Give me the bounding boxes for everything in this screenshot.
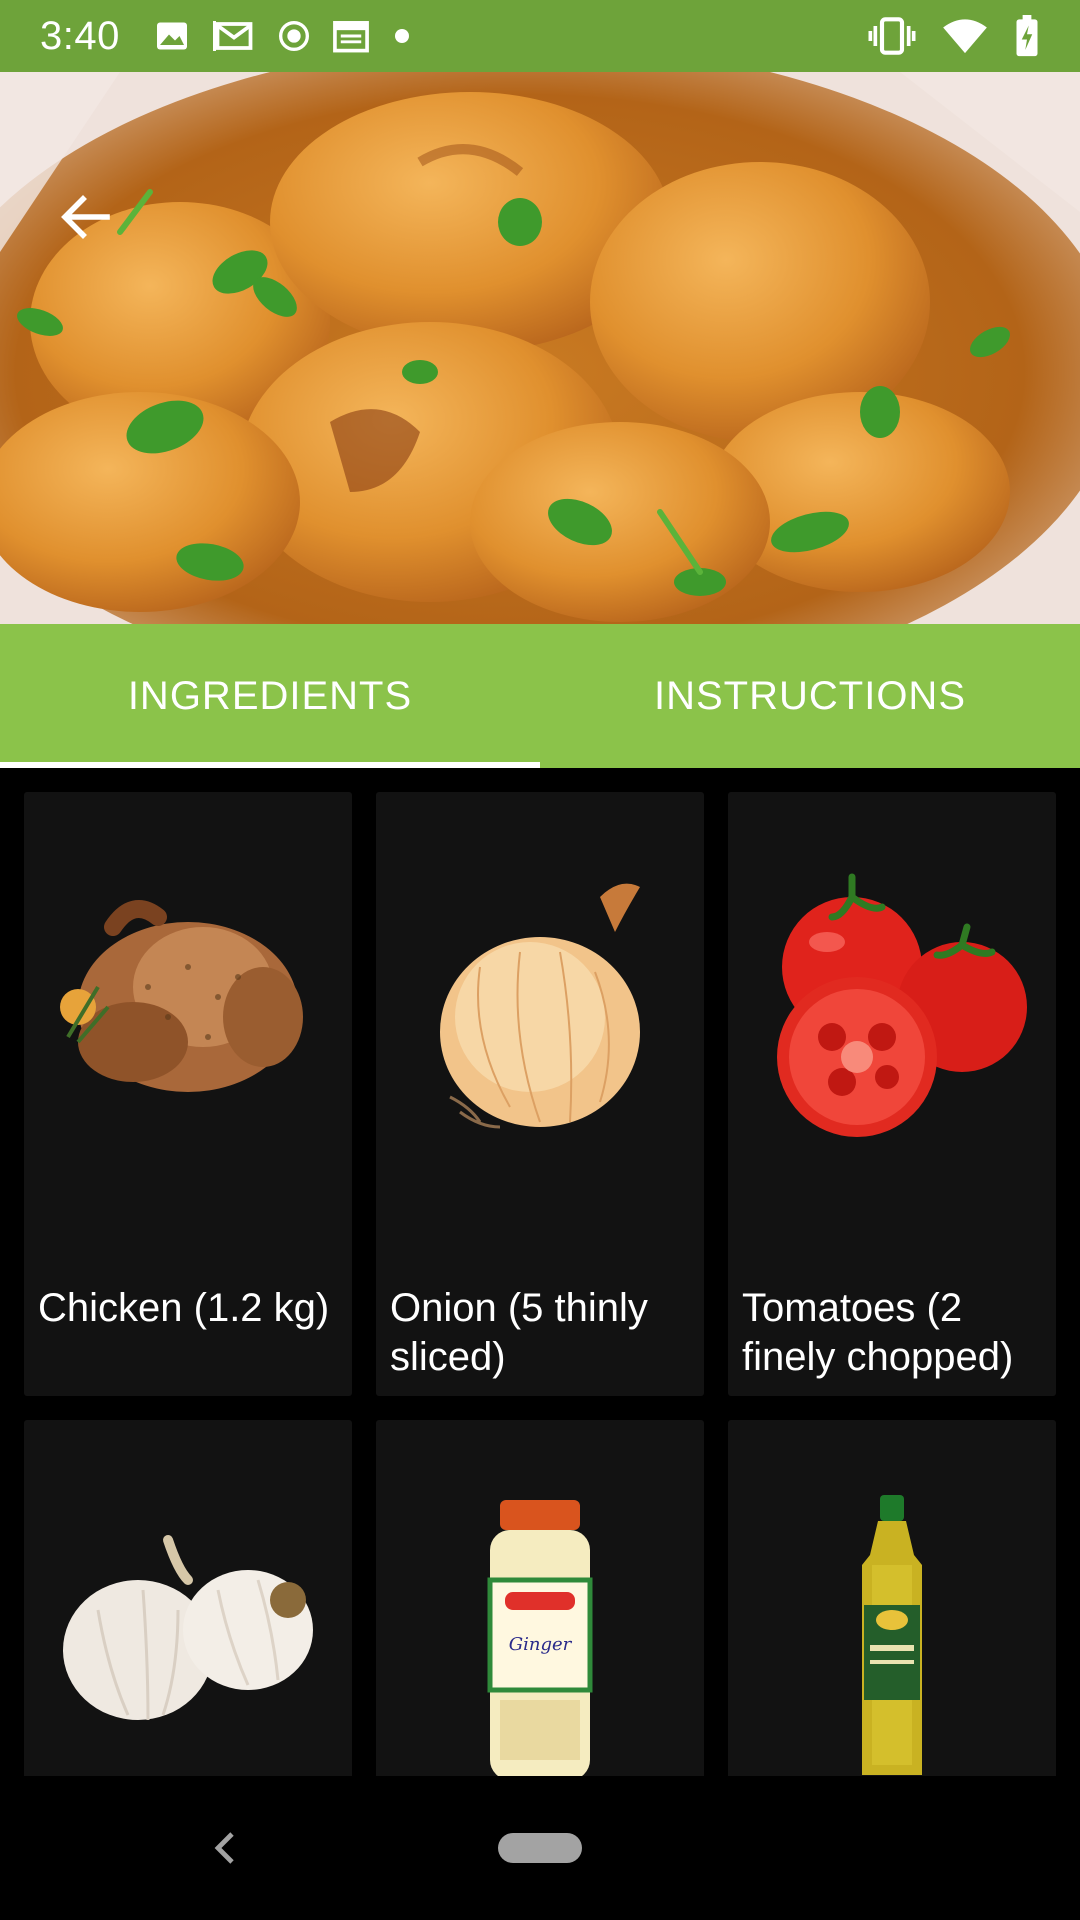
wifi-icon (942, 17, 988, 55)
status-icons-right (868, 15, 1040, 57)
chicken-curry-illustration (0, 72, 1080, 624)
vibrate-icon (868, 16, 916, 56)
tomatoes-image (728, 792, 1056, 1222)
system-nav-bar (0, 1776, 1080, 1920)
tab-instructions-label: INSTRUCTIONS (654, 673, 966, 718)
tab-instructions[interactable]: INSTRUCTIONS (540, 624, 1080, 768)
nav-back-icon (214, 1832, 234, 1864)
ingredient-label: Chicken (1.2 kg) (38, 1286, 330, 1330)
ingredients-grid: Chicken (1.2 kg) Onion (5 thinly sliced) (0, 768, 1080, 1776)
gmail-icon (212, 18, 256, 54)
recipe-hero-image (0, 72, 1080, 624)
arrow-back-icon (61, 195, 110, 239)
vegetable-oil-bottle-image (728, 1420, 1056, 1776)
ingredient-label: Onion (5 thinly sliced) (390, 1286, 648, 1379)
roast-chicken-image (24, 792, 352, 1222)
record-icon (278, 20, 310, 52)
battery-charging-icon (1014, 15, 1040, 57)
ingredient-card-oil[interactable] (728, 1420, 1056, 1776)
ingredient-card-ginger[interactable]: Ginger (376, 1420, 704, 1776)
back-button[interactable] (50, 182, 120, 252)
calendar-icon (332, 18, 370, 54)
dot-icon (392, 26, 412, 46)
ingredient-card-tomatoes[interactable]: Tomatoes (2 finely chopped) (728, 792, 1056, 1396)
tab-ingredients[interactable]: INGREDIENTS (0, 624, 540, 768)
ginger-paste-jar-image: Ginger (376, 1420, 704, 1776)
status-time: 3:40 (40, 13, 120, 58)
tab-bar: INGREDIENTS INSTRUCTIONS (0, 624, 1080, 768)
ingredient-card-onion[interactable]: Onion (5 thinly sliced) (376, 792, 704, 1396)
status-bar: 3:40 (0, 0, 1080, 72)
ingredient-label: Tomatoes (2 finely chopped) (742, 1286, 1014, 1379)
image-icon (154, 18, 190, 54)
onion-image (376, 792, 704, 1222)
nav-back-button[interactable] (196, 1818, 252, 1878)
garlic-image (24, 1420, 352, 1776)
ingredient-card-chicken[interactable]: Chicken (1.2 kg) (24, 792, 352, 1396)
nav-home-button[interactable] (498, 1833, 582, 1863)
ingredient-card-garlic[interactable] (24, 1420, 352, 1776)
status-icons-left (154, 18, 412, 54)
svg-text:Ginger: Ginger (509, 1634, 573, 1655)
tab-ingredients-label: INGREDIENTS (127, 673, 413, 718)
